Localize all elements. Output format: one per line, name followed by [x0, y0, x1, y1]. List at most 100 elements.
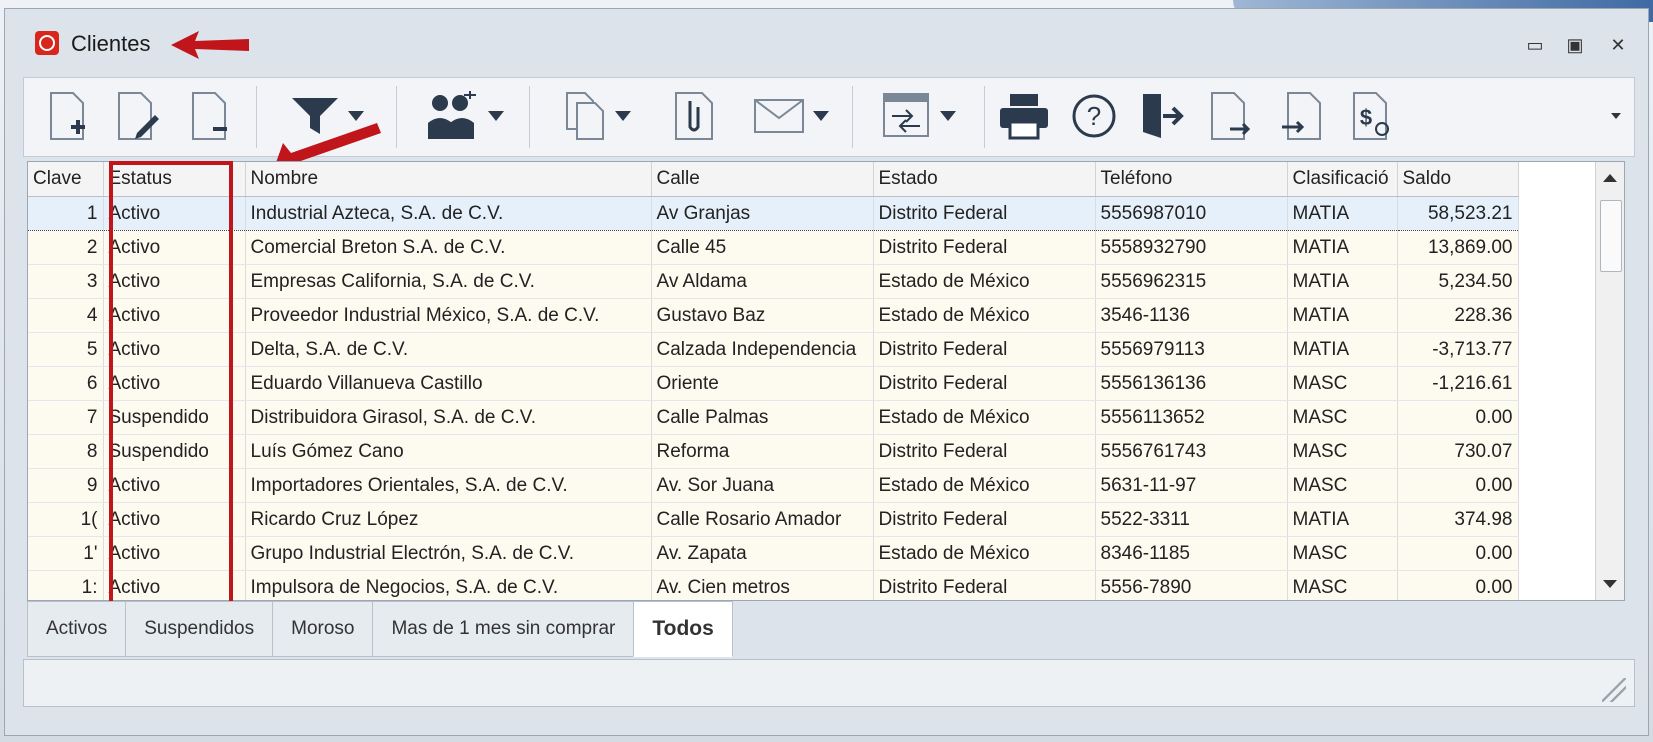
cell-calle: Reforma [651, 434, 874, 469]
table-row[interactable]: 2 Activo Comercial Breton S.A. de C.V. Call… [28, 230, 1519, 265]
cell-nombre: Luís Gómez Cano [245, 434, 652, 469]
table-row[interactable]: 1 Activo Industrial Azteca, S.A. de C.V. Av… [28, 196, 1519, 231]
cell-estado: Distrito Federal [873, 434, 1096, 469]
edit-document-icon[interactable] [112, 88, 162, 144]
table-row[interactable]: 7 Suspendido Distribuidora Girasol, S.A. d… [28, 400, 1519, 435]
cell-saldo: 0.00 [1397, 468, 1519, 503]
tab-moroso[interactable]: Moroso [272, 601, 374, 657]
scroll-thumb[interactable] [1600, 200, 1622, 272]
table-row[interactable]: 5 Activo Delta, S.A. de C.V. Calzada Indepe… [28, 332, 1519, 367]
minimize-button[interactable]: ▭ [1520, 33, 1550, 57]
cell-estado: Estado de México [873, 298, 1096, 333]
cell-clasificacion: MATIA [1287, 298, 1398, 333]
cell-clasificacion: MASC [1287, 468, 1398, 503]
column-header-calle[interactable]: Calle [651, 162, 874, 197]
exit-icon[interactable] [1132, 88, 1192, 144]
cell-clave: 4 [28, 298, 104, 333]
table-row[interactable]: 1: Activo Impulsora de Negocios, S.A. de C… [28, 570, 1519, 600]
table-row[interactable]: 8 Suspendido Luís Gómez Cano Reforma Distrit… [28, 434, 1519, 469]
table-row[interactable]: 3 Activo Empresas California, S.A. de C.V.… [28, 264, 1519, 299]
cell-clave: 5 [28, 332, 104, 367]
column-header-estado[interactable]: Estado [873, 162, 1096, 197]
copy-icon[interactable] [542, 88, 652, 144]
cell-nombre: Comercial Breton S.A. de C.V. [245, 230, 652, 265]
invoice-icon[interactable]: $ [1342, 88, 1402, 144]
table-row[interactable]: 6 Activo Eduardo Villanueva Castillo Orient… [28, 366, 1519, 401]
column-header-clave[interactable]: Clave [28, 162, 104, 197]
cell-calle: Av. Cien metros [651, 570, 874, 600]
cell-nombre: Proveedor Industrial México, S.A. de C.V… [245, 298, 652, 333]
print-icon[interactable] [994, 88, 1054, 144]
new-document-icon[interactable] [42, 88, 92, 144]
cell-clave: 1( [28, 502, 104, 537]
cell-saldo: 0.00 [1397, 536, 1519, 571]
column-header-telefono[interactable]: Teléfono [1095, 162, 1288, 197]
cell-clasificacion: MATIA [1287, 264, 1398, 299]
table-row[interactable]: 9 Activo Importadores Orientales, S.A. de … [28, 468, 1519, 503]
cell-telefono: 5556987010 [1095, 196, 1288, 231]
cell-clasificacion: MATIA [1287, 332, 1398, 367]
status-bar [23, 659, 1635, 707]
tab-todos[interactable]: Todos [633, 601, 733, 657]
help-icon[interactable]: ? [1064, 88, 1124, 144]
import-icon[interactable] [1272, 88, 1332, 144]
cell-clave: 9 [28, 468, 104, 503]
cell-nombre: Industrial Azteca, S.A. de C.V. [245, 196, 652, 231]
cell-estado: Estado de México [873, 264, 1096, 299]
svg-text:?: ? [1087, 101, 1101, 131]
tab-activos[interactable]: Activos [27, 601, 127, 657]
column-header-nombre[interactable]: Nombre [245, 162, 652, 197]
cell-saldo: 5,234.50 [1397, 264, 1519, 299]
cell-clasificacion: MATIA [1287, 196, 1398, 231]
scroll-down-icon[interactable] [1603, 580, 1617, 588]
close-button[interactable]: ✕ [1603, 33, 1633, 57]
cell-saldo: 13,869.00 [1397, 230, 1519, 265]
email-icon[interactable] [736, 88, 846, 144]
cell-clasificacion: MASC [1287, 570, 1398, 600]
cell-estado: Estado de México [873, 468, 1096, 503]
cell-telefono: 5556136136 [1095, 366, 1288, 401]
attach-icon[interactable] [664, 88, 724, 144]
cell-clasificacion: MATIA [1287, 230, 1398, 265]
window-title: Clientes [71, 31, 151, 56]
delete-document-icon[interactable] [184, 88, 234, 144]
cell-clasificacion: MASC [1287, 366, 1398, 401]
toolbar-overflow-chevron-icon[interactable] [1604, 88, 1628, 144]
cell-calle: Av. Zapata [651, 536, 874, 571]
cell-nombre: Empresas California, S.A. de C.V. [245, 264, 652, 299]
cell-nombre: Grupo Industrial Electrón, S.A. de C.V. [245, 536, 652, 571]
tab-mas-de-1-mes-sin-comprar[interactable]: Mas de 1 mes sin comprar [372, 601, 635, 657]
chevron-down-icon[interactable] [940, 111, 956, 121]
cell-telefono: 3546-1136 [1095, 298, 1288, 333]
cell-calle: Calzada Independencia [651, 332, 874, 367]
scroll-up-icon[interactable] [1603, 174, 1617, 182]
users-icon[interactable] [409, 88, 519, 144]
cell-clave: 1 [28, 196, 104, 231]
cell-telefono: 5556761743 [1095, 434, 1288, 469]
maximize-button[interactable]: ▣ [1560, 33, 1590, 57]
cell-calle: Calle Palmas [651, 400, 874, 435]
cell-clave: 2 [28, 230, 104, 265]
app-logo-icon [35, 31, 59, 55]
chevron-down-icon[interactable] [813, 111, 829, 121]
table-row[interactable]: 1' Activo Grupo Industrial Electrón, S.A. … [28, 536, 1519, 571]
table-row[interactable]: 1(Activo Ricardo Cruz López Calle Rosario … [28, 502, 1519, 537]
column-header-clasificacion[interactable]: Clasificació [1287, 162, 1398, 197]
toolbar-separator [529, 86, 530, 148]
cell-calle: Calle 45 [651, 230, 874, 265]
chevron-down-icon[interactable] [488, 111, 504, 121]
export-icon[interactable] [1200, 88, 1260, 144]
window-transfer-icon[interactable] [864, 88, 974, 144]
vertical-scrollbar[interactable] [1595, 162, 1624, 600]
column-header-saldo[interactable]: Saldo [1397, 162, 1519, 197]
chevron-down-icon[interactable] [615, 111, 631, 121]
cell-estado: Distrito Federal [873, 570, 1096, 600]
cell-calle: Av Granjas [651, 196, 874, 231]
cell-estado: Distrito Federal [873, 230, 1096, 265]
title-bar: Clientes ▭ ▣ ✕ [5, 9, 1648, 77]
resize-grip-icon[interactable] [1602, 678, 1626, 702]
tab-suspendidos[interactable]: Suspendidos [125, 601, 274, 657]
cell-clasificacion: MASC [1287, 536, 1398, 571]
table-row[interactable]: 4 Activo Proveedor Industrial México, S.A.… [28, 298, 1519, 333]
annotation-highlight-estatus [109, 161, 233, 608]
